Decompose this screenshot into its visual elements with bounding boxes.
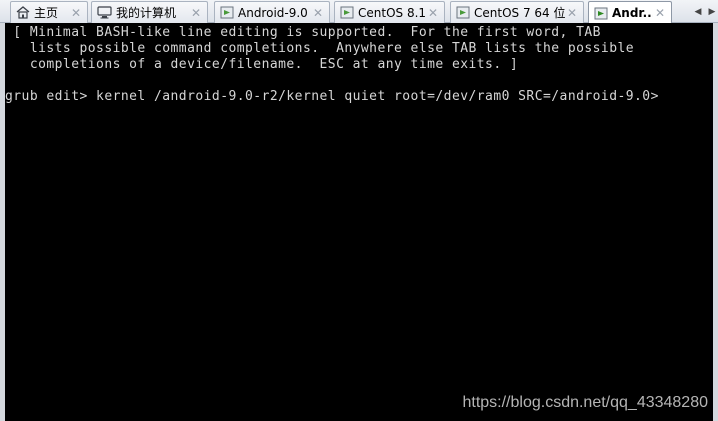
tab-bar: 主页 ✕ 我的计算机 ✕ Android-9.0 ✕ CentOS 8.1 ✕	[0, 0, 718, 24]
tab-android-9[interactable]: Android-9.0 ✕	[214, 1, 330, 23]
tab-label: 我的计算机	[116, 6, 177, 20]
tab-scroll-left-icon[interactable]: ◀	[692, 0, 704, 23]
grub-edit-command-line[interactable]: grub edit> kernel /android-9.0-r2/kernel…	[5, 89, 659, 105]
grub-console[interactable]: [ Minimal BASH-like line editing is supp…	[5, 23, 713, 421]
vm-icon	[456, 6, 470, 19]
tab-my-computer[interactable]: 我的计算机 ✕	[91, 1, 208, 23]
grub-help-line: [ Minimal BASH-like line editing is supp…	[5, 25, 601, 40]
tab-label: CentOS 7 64 位	[474, 6, 565, 20]
close-icon[interactable]: ✕	[311, 6, 325, 20]
close-icon[interactable]: ✕	[565, 6, 579, 20]
tab-label: Andr...	[612, 6, 653, 20]
vm-console-frame: [ Minimal BASH-like line editing is supp…	[0, 23, 718, 421]
close-icon[interactable]: ✕	[426, 6, 440, 20]
watermark: https://blog.csdn.net/qq_43348280	[462, 394, 708, 411]
tab-label: 主页	[34, 6, 59, 20]
close-icon[interactable]: ✕	[189, 6, 203, 20]
tab-home[interactable]: 主页 ✕	[10, 1, 88, 23]
tab-android-active[interactable]: Andr... ✕	[588, 1, 672, 24]
home-icon	[16, 6, 30, 19]
vm-icon	[220, 6, 234, 19]
close-icon[interactable]: ✕	[69, 6, 83, 20]
grub-help-line: completions of a device/filename. ESC at…	[5, 57, 519, 72]
grub-help-line: lists possible command completions. Anyw…	[5, 41, 635, 56]
tab-scroll-right-icon[interactable]: ▶	[706, 0, 718, 23]
tab-label: Android-9.0	[238, 5, 308, 20]
close-icon[interactable]: ✕	[653, 6, 667, 20]
tab-centos-81[interactable]: CentOS 8.1 ✕	[334, 1, 445, 23]
computer-icon	[97, 6, 112, 19]
tab-label: CentOS 8.1	[358, 5, 426, 20]
vm-running-icon	[594, 7, 608, 19]
vm-icon	[340, 6, 354, 19]
tab-centos-7[interactable]: CentOS 7 64 位 ✕	[450, 1, 584, 23]
